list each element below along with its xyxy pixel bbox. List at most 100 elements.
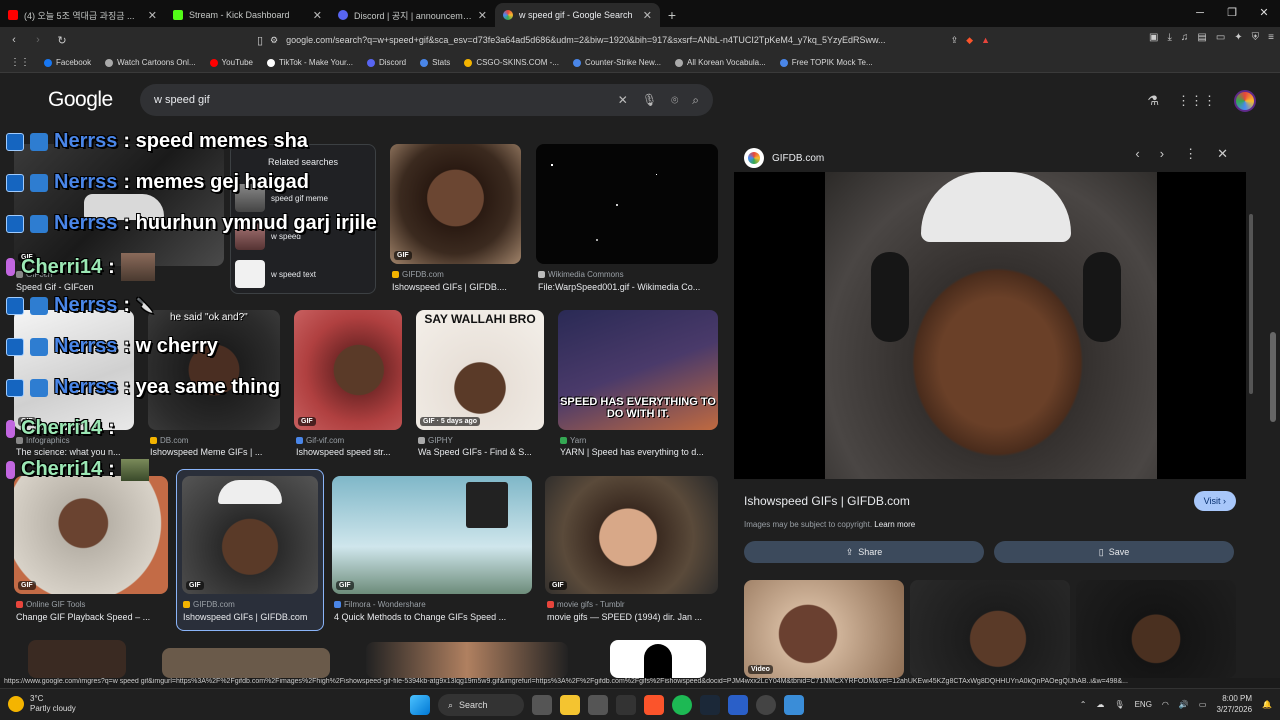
panel-scrollbar[interactable] bbox=[1249, 214, 1253, 394]
result-image[interactable]: GIF bbox=[182, 476, 318, 594]
epic-games-icon[interactable] bbox=[616, 695, 636, 715]
result-title[interactable]: Ishowspeed GIFs | GIFDB.com bbox=[183, 612, 323, 622]
language-indicator[interactable]: ENG bbox=[1135, 700, 1152, 709]
file-explorer-icon[interactable] bbox=[560, 695, 580, 715]
tab-kick[interactable]: Stream - Kick Dashboard ✕ bbox=[165, 3, 330, 27]
bookmark-item[interactable]: Counter-Strike New... bbox=[572, 58, 661, 67]
result-image[interactable]: SAY WALLAHI BRO GIF · 5 days ago bbox=[416, 310, 544, 430]
result-title[interactable]: Speed Gif - GIFcen bbox=[16, 282, 216, 292]
bookmark-item[interactable]: CSGO-SKINS.COM -... bbox=[464, 58, 559, 67]
lens-icon[interactable]: ⌾ bbox=[671, 93, 678, 108]
close-window-icon[interactable]: ✕ bbox=[1248, 0, 1280, 26]
reload-icon[interactable]: ↻ bbox=[52, 34, 72, 47]
search-icon[interactable]: ⌕ bbox=[692, 93, 699, 108]
minimize-icon[interactable]: ─ bbox=[1184, 0, 1216, 26]
result-image[interactable]: GIF bbox=[14, 476, 168, 594]
related-thumbnail[interactable] bbox=[1076, 580, 1236, 678]
result-title[interactable]: File:WarpSpeed001.gif - Wikimedia Co... bbox=[538, 282, 718, 292]
result-image[interactable]: GIF bbox=[545, 476, 718, 594]
reader-icon[interactable]: ▤ bbox=[1197, 32, 1206, 43]
bookmark-item[interactable]: Watch Cartoons Onl... bbox=[105, 58, 196, 67]
related-thumbnail[interactable] bbox=[910, 580, 1070, 678]
preview-image[interactable] bbox=[734, 172, 1246, 479]
battery-icon[interactable]: ▭ bbox=[1199, 700, 1207, 709]
close-icon[interactable]: ✕ bbox=[643, 9, 652, 22]
result-title[interactable]: Change GIF Playback Speed – ... bbox=[16, 612, 168, 622]
close-icon[interactable]: ✕ bbox=[148, 9, 157, 22]
result-title[interactable]: Wa Speed GIFs - Find & S... bbox=[418, 447, 544, 457]
store-icon[interactable] bbox=[588, 695, 608, 715]
address-bar[interactable]: ⚙ google.com/search?q=w+speed+gif&sca_es… bbox=[270, 30, 990, 50]
result-title[interactable]: 4 Quick Methods to Change GIFs Speed ... bbox=[334, 612, 530, 622]
task-view-icon[interactable] bbox=[532, 695, 552, 715]
download-icon[interactable]: ⤓ bbox=[1167, 32, 1171, 43]
notification-icon[interactable]: 🔔 bbox=[1262, 700, 1272, 709]
result-title[interactable]: Ishowspeed GIFs | GIFDB.... bbox=[392, 282, 522, 292]
weather-widget[interactable]: 3°C Partly cloudy bbox=[8, 694, 76, 714]
bookmark-icon[interactable]: ▯ bbox=[250, 34, 270, 47]
app-icon[interactable] bbox=[784, 695, 804, 715]
bookmark-item[interactable]: Free TOPIK Mock Te... bbox=[779, 58, 873, 67]
tab-youtube[interactable]: (4) 오늘 5조 역대급 과징금 ... ✕ bbox=[0, 3, 165, 27]
obs-icon[interactable] bbox=[756, 695, 776, 715]
chevron-up-icon[interactable]: ⌃ bbox=[1080, 700, 1087, 709]
google-logo[interactable]: Google bbox=[48, 88, 113, 112]
more-options-icon[interactable]: ⋮ bbox=[1184, 146, 1197, 162]
forward-icon[interactable]: › bbox=[28, 34, 48, 46]
clear-icon[interactable]: ✕ bbox=[618, 93, 628, 108]
result-image[interactable]: SPEED HAS EVERYTHING TO DO WITH IT. bbox=[558, 310, 718, 430]
page-scrollbar[interactable] bbox=[1270, 332, 1276, 422]
result-title[interactable]: movie gifs — SPEED (1994) dir. Jan ... bbox=[547, 612, 717, 622]
wallet-icon[interactable]: ▭ bbox=[1216, 32, 1225, 43]
bookmark-item[interactable]: TikTok - Make Your... bbox=[266, 58, 353, 67]
extensions-icon[interactable]: ✦ bbox=[1234, 32, 1242, 43]
result-image[interactable]: GIF bbox=[14, 310, 134, 430]
onedrive-icon[interactable]: ☁ bbox=[1096, 700, 1104, 709]
save-button[interactable]: ▯ Save bbox=[994, 541, 1234, 563]
volume-icon[interactable]: 🔊 bbox=[1179, 700, 1189, 709]
sidebar-icon[interactable]: ▣ bbox=[1149, 32, 1158, 43]
result-image[interactable]: GIF bbox=[14, 144, 224, 266]
result-image[interactable]: GIF bbox=[332, 476, 532, 594]
site-info-icon[interactable]: ⚙ bbox=[270, 35, 278, 46]
mic-icon[interactable]: 🎙 bbox=[1114, 700, 1124, 709]
steam-icon[interactable] bbox=[700, 695, 720, 715]
preview-source[interactable]: GIFDB.com bbox=[744, 148, 824, 168]
bookmark-item[interactable]: Facebook bbox=[44, 58, 91, 67]
tab-discord[interactable]: Discord | 공지 | announcement ✕ bbox=[330, 3, 495, 27]
chevron-left-icon[interactable]: ‹ bbox=[1135, 146, 1139, 162]
learn-more-link[interactable]: Learn more bbox=[874, 520, 915, 529]
result-image[interactable]: GIF bbox=[294, 310, 402, 430]
result-title[interactable]: Ishowspeed Meme GIFs | ... bbox=[150, 447, 278, 457]
share-button[interactable]: ⇪ Share bbox=[744, 541, 984, 563]
close-icon[interactable]: ✕ bbox=[313, 9, 322, 22]
close-icon[interactable]: ✕ bbox=[1217, 146, 1228, 162]
virtualbox-icon[interactable] bbox=[728, 695, 748, 715]
share-icon[interactable]: ⇪ bbox=[951, 35, 959, 46]
result-title[interactable]: YARN | Speed has everything to d... bbox=[560, 447, 716, 457]
apps-icon[interactable]: ⋮⋮ bbox=[10, 57, 30, 68]
menu-icon[interactable]: ≡ bbox=[1268, 32, 1274, 43]
result-image[interactable] bbox=[536, 144, 718, 264]
result-image[interactable]: GIF bbox=[390, 144, 521, 264]
labs-icon[interactable]: ⚗ bbox=[1147, 93, 1159, 109]
chevron-right-icon[interactable]: › bbox=[1160, 146, 1164, 162]
result-title[interactable]: Ishowspeed speed str... bbox=[296, 447, 404, 457]
related-thumbnail[interactable]: Video bbox=[744, 580, 904, 678]
taskbar-search[interactable]: ⌕ Search bbox=[438, 694, 524, 716]
tab-google-search[interactable]: w speed gif - Google Search ✕ bbox=[495, 3, 660, 27]
close-icon[interactable]: ✕ bbox=[478, 9, 487, 22]
bookmark-item[interactable]: All Korean Vocabula... bbox=[675, 58, 766, 67]
bookmark-item[interactable]: Stats bbox=[420, 58, 450, 67]
brave-shield-icon[interactable]: ◆ bbox=[966, 35, 973, 46]
result-title[interactable]: The science: what you n... bbox=[16, 447, 134, 457]
windows-start-icon[interactable] bbox=[410, 695, 430, 715]
avatar[interactable] bbox=[1234, 90, 1256, 112]
result-selected-frame[interactable]: GIF GIFDB.com Ishowspeed GIFs | GIFDB.co… bbox=[176, 469, 324, 631]
result-image[interactable] bbox=[366, 642, 568, 678]
vpn-icon[interactable]: ⛨ bbox=[1252, 32, 1260, 43]
search-input[interactable]: w speed gif ✕ 🎙 ⌾ ⌕ bbox=[140, 84, 713, 116]
result-image[interactable]: he said "ok and?" bbox=[148, 310, 280, 430]
brave-icon[interactable] bbox=[644, 695, 664, 715]
result-image[interactable] bbox=[162, 648, 330, 678]
